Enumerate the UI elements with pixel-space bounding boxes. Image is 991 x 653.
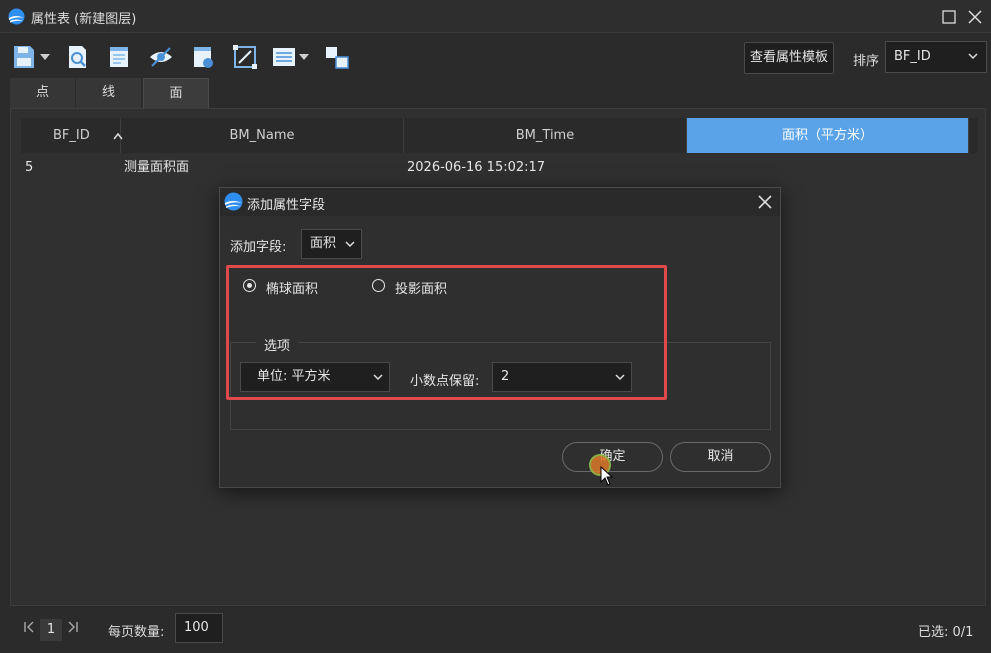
app-logo-icon — [224, 192, 243, 211]
save-icon[interactable] — [11, 44, 37, 70]
edit-frame-icon[interactable] — [232, 44, 258, 70]
highlight-annotation — [226, 265, 667, 400]
per-page-input[interactable]: 100 — [175, 613, 223, 643]
list-icon[interactable] — [271, 44, 297, 70]
current-page[interactable]: 1 — [40, 619, 62, 641]
search-doc-icon[interactable] — [65, 44, 91, 70]
sort-select[interactable]: BF_ID — [885, 41, 987, 73]
column-header-area[interactable]: 面积（平方米） — [687, 118, 969, 153]
tab-line[interactable]: 线 — [76, 78, 142, 108]
sort-label: 排序 — [853, 54, 880, 69]
view-template-button[interactable]: 查看属性模板 — [744, 42, 834, 74]
list-dropdown-icon[interactable] — [299, 54, 309, 60]
window-title: 属性表 (新建图层) — [31, 12, 137, 27]
field-type-value: 面积 — [310, 236, 337, 251]
eye-hide-icon[interactable] — [148, 44, 174, 70]
tab-point[interactable]: 点 — [10, 78, 76, 108]
add-field-dialog: 添加属性字段 添加字段: 面积 椭球面积 投影面积 选项 单位: 平方米 小数点… — [219, 187, 781, 488]
selected-count: 已选: 0/1 — [918, 625, 974, 640]
cell-bm-name: 测量面积面 — [124, 160, 190, 175]
layers-icon[interactable] — [324, 44, 350, 70]
pagination-bar: 1 每页数量: 100 已选: 0/1 — [0, 606, 991, 653]
tab-polygon[interactable]: 面 — [143, 78, 209, 108]
dialog-titlebar: 添加属性字段 — [220, 188, 780, 216]
cell-bm-time: 2026-06-16 15:02:17 — [407, 160, 546, 175]
chevron-down-icon — [968, 53, 978, 60]
sort-select-value: BF_ID — [894, 49, 931, 64]
field-type-select[interactable]: 面积 — [301, 229, 362, 259]
cell-bf-id: 5 — [25, 160, 34, 175]
window-titlebar: 属性表 (新建图层) — [0, 0, 991, 33]
mouse-cursor-icon — [600, 466, 614, 486]
table-row[interactable]: 5 测量面积面 2026-06-16 15:02:17 — [21, 155, 978, 181]
chevron-down-icon — [345, 241, 355, 248]
last-page-icon[interactable] — [66, 620, 80, 634]
maximize-icon[interactable] — [938, 6, 960, 28]
cancel-button[interactable]: 取消 — [670, 442, 771, 472]
save-dropdown-icon[interactable] — [40, 54, 50, 60]
per-page-label: 每页数量: — [108, 625, 165, 640]
column-header-bm-time[interactable]: BM_Time — [404, 118, 687, 153]
export-doc-icon[interactable] — [190, 44, 216, 70]
add-field-label: 添加字段: — [230, 240, 287, 255]
column-header-bf-id[interactable]: BF_ID — [21, 118, 121, 153]
first-page-icon[interactable] — [22, 620, 36, 634]
close-icon[interactable] — [964, 6, 986, 28]
toolbar: 查看属性模板 排序 BF_ID — [0, 33, 991, 78]
app-logo-icon — [8, 8, 25, 25]
close-icon[interactable] — [756, 193, 774, 211]
column-header-bm-name[interactable]: BM_Name — [121, 118, 404, 153]
dialog-title: 添加属性字段 — [247, 198, 326, 213]
table-header: BF_ID BM_Name BM_Time 面积（平方米） — [21, 118, 978, 153]
document-icon[interactable] — [106, 44, 132, 70]
